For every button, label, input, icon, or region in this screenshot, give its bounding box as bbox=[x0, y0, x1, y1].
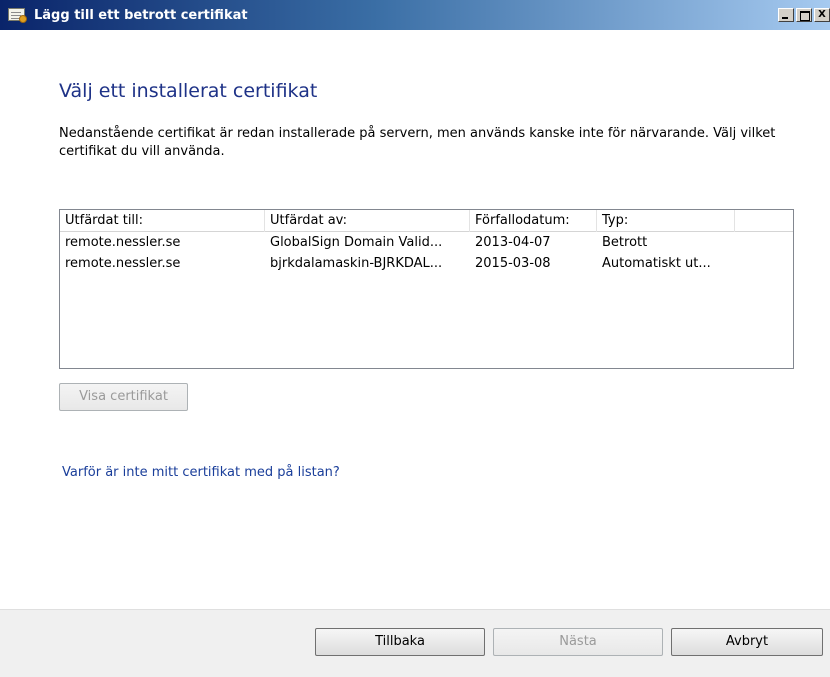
cell-expiry-date: 2013-04-07 bbox=[475, 235, 551, 250]
minimize-button[interactable] bbox=[778, 8, 794, 22]
cell-issued-by: bjrkdalamaskin-BJRKDAL... bbox=[270, 256, 443, 271]
column-header-filler bbox=[735, 210, 793, 232]
column-header-issued-to[interactable]: Utfärdat till: bbox=[60, 210, 265, 232]
back-button[interactable]: Tillbaka bbox=[315, 628, 485, 656]
footer-bar: Tillbaka Nästa Avbryt bbox=[0, 609, 830, 677]
list-item[interactable]: remote.nessler.se bjrkdalamaskin-BJRKDAL… bbox=[60, 253, 793, 274]
list-header: Utfärdat till: Utfärdat av: Förfallodatu… bbox=[60, 210, 793, 232]
window-controls: X bbox=[776, 8, 830, 22]
cell-expiry-date: 2015-03-08 bbox=[475, 256, 551, 271]
column-header-expiry-date[interactable]: Förfallodatum: bbox=[470, 210, 597, 232]
window-title: Lägg till ett betrott certifikat bbox=[34, 7, 248, 23]
maximize-button[interactable] bbox=[796, 8, 812, 22]
page-heading: Välj ett installerat certifikat bbox=[59, 80, 318, 102]
cell-issued-to: remote.nessler.se bbox=[65, 235, 181, 250]
certificate-icon bbox=[8, 7, 28, 23]
cell-type: Betrott bbox=[602, 235, 648, 250]
close-button[interactable]: X bbox=[814, 8, 830, 22]
certificate-list[interactable]: Utfärdat till: Utfärdat av: Förfallodatu… bbox=[59, 209, 794, 369]
next-button[interactable]: Nästa bbox=[493, 628, 663, 656]
why-not-listed-link[interactable]: Varför är inte mitt certifikat med på li… bbox=[62, 465, 340, 480]
column-header-type[interactable]: Typ: bbox=[597, 210, 735, 232]
title-bar: Lägg till ett betrott certifikat X bbox=[0, 0, 830, 30]
column-header-issued-by[interactable]: Utfärdat av: bbox=[265, 210, 470, 232]
cancel-button[interactable]: Avbryt bbox=[671, 628, 823, 656]
view-certificate-button[interactable]: Visa certifikat bbox=[59, 383, 188, 411]
cell-issued-to: remote.nessler.se bbox=[65, 256, 181, 271]
cell-type: Automatiskt ut... bbox=[602, 256, 711, 271]
page-description: Nedanstående certifikat är redan install… bbox=[59, 126, 776, 159]
cell-issued-by: GlobalSign Domain Valid... bbox=[270, 235, 443, 250]
list-item[interactable]: remote.nessler.se GlobalSign Domain Vali… bbox=[60, 232, 793, 253]
